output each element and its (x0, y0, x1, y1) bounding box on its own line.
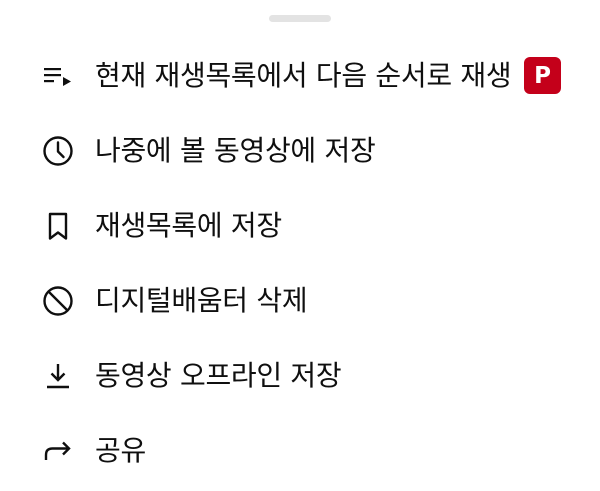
menu-item-download[interactable]: 동영상 오프라인 저장 (0, 338, 600, 413)
menu-item-label: 재생목록에 저장 (95, 208, 282, 242)
bookmark-icon (41, 209, 75, 243)
menu-item-label: 디지털배움터 삭제 (95, 283, 308, 317)
block-icon (41, 284, 75, 318)
drag-handle[interactable] (269, 15, 331, 22)
menu-item-label: 나중에 볼 동영상에 저장 (95, 133, 376, 167)
menu-item-play-next[interactable]: 현재 재생목록에서 다음 순서로 재생 P (0, 38, 600, 113)
share-icon (41, 434, 75, 468)
bottom-sheet-menu: 현재 재생목록에서 다음 순서로 재생 P 나중에 볼 동영상에 저장 재생목록… (0, 0, 600, 491)
play-next-icon (41, 59, 75, 93)
premium-badge: P (524, 57, 561, 94)
menu-item-label: 공유 (95, 433, 146, 467)
menu-item-label: 현재 재생목록에서 다음 순서로 재생 (95, 58, 512, 92)
download-icon (41, 359, 75, 393)
menu-item-remove[interactable]: 디지털배움터 삭제 (0, 263, 600, 338)
clock-icon (41, 134, 75, 168)
menu-item-label: 동영상 오프라인 저장 (95, 358, 342, 392)
menu-item-save-playlist[interactable]: 재생목록에 저장 (0, 188, 600, 263)
menu-item-share[interactable]: 공유 (0, 413, 600, 488)
menu-item-watch-later[interactable]: 나중에 볼 동영상에 저장 (0, 113, 600, 188)
